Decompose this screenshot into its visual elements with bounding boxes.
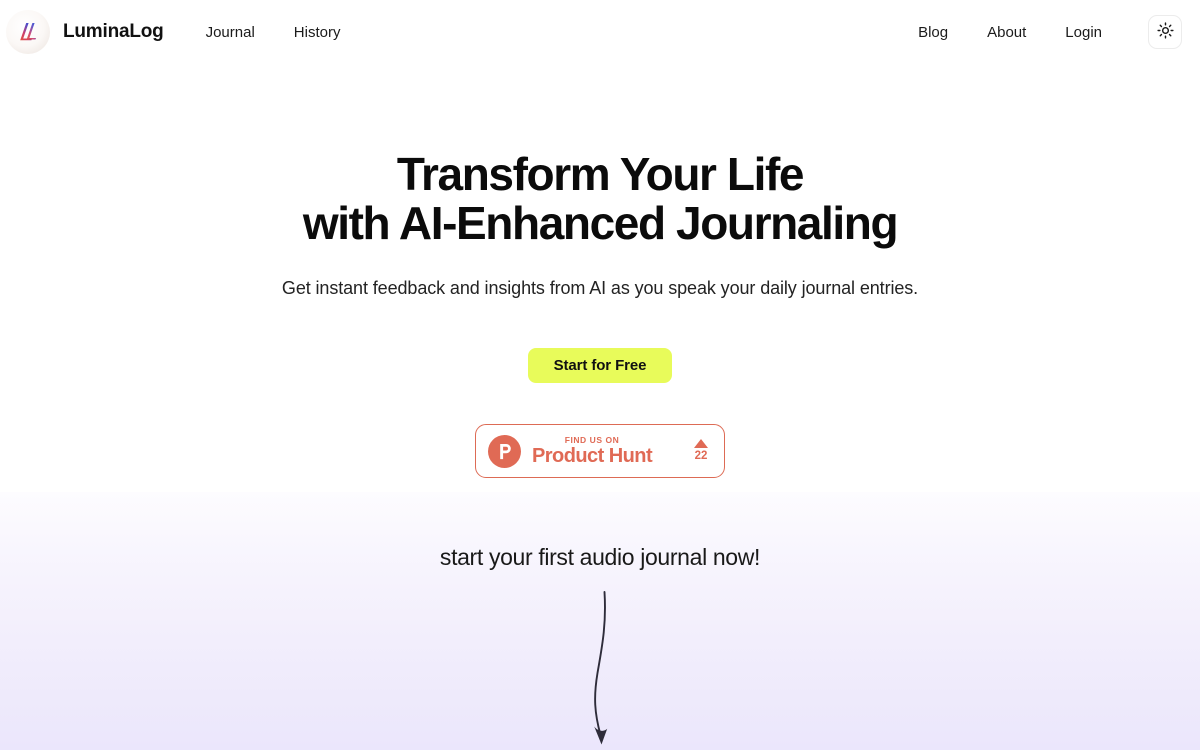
product-hunt-votes: 22 [694,439,711,463]
product-hunt-kicker: FIND US ON [564,435,620,446]
sun-icon [1156,22,1174,42]
secondary-nav: Blog About Login [918,15,1182,49]
theme-toggle-button[interactable] [1148,15,1182,49]
product-hunt-text-block: FIND US ON Product Hunt [532,435,653,467]
nav-item-blog[interactable]: Blog [918,25,948,40]
product-hunt-badge[interactable]: FIND US ON Product Hunt 22 [475,424,725,478]
triangle-up-icon [694,439,708,449]
curved-arrow-down-icon [560,585,650,750]
nav-item-about[interactable]: About [987,25,1026,40]
product-hunt-name: Product Hunt [532,444,653,467]
nav-item-login[interactable]: Login [1065,25,1102,40]
audio-journal-prompt: start your first audio journal now! [439,544,761,570]
nav-item-history[interactable]: History [294,25,341,40]
product-hunt-logo-icon [488,434,521,468]
product-hunt-container: FIND US ON Product Hunt 22 [0,424,1200,478]
site-header: LuminaLog Journal History Blog About Log… [0,0,1200,64]
brand-home-link[interactable]: LuminaLog [6,10,164,54]
luminalog-logo-icon [6,10,50,54]
hero-title-line-2: with AI-Enhanced Journaling [302,197,899,249]
start-for-free-button[interactable]: Start for Free [527,348,673,383]
nav-item-journal[interactable]: Journal [206,25,255,40]
hero-subtitle: Get instant feedback and insights from A… [281,278,919,298]
page-root: LuminaLog Journal History Blog About Log… [0,0,1200,750]
product-hunt-vote-count: 22 [694,450,708,463]
primary-nav: Journal History [206,25,341,40]
brand-name: LuminaLog [63,21,164,42]
page-title: Transform Your Life with AI-Enhanced Jou… [0,150,1200,248]
hero-title-line-1: Transform Your Life [396,148,805,200]
hero-cta-container: Start for Free [0,348,1200,383]
